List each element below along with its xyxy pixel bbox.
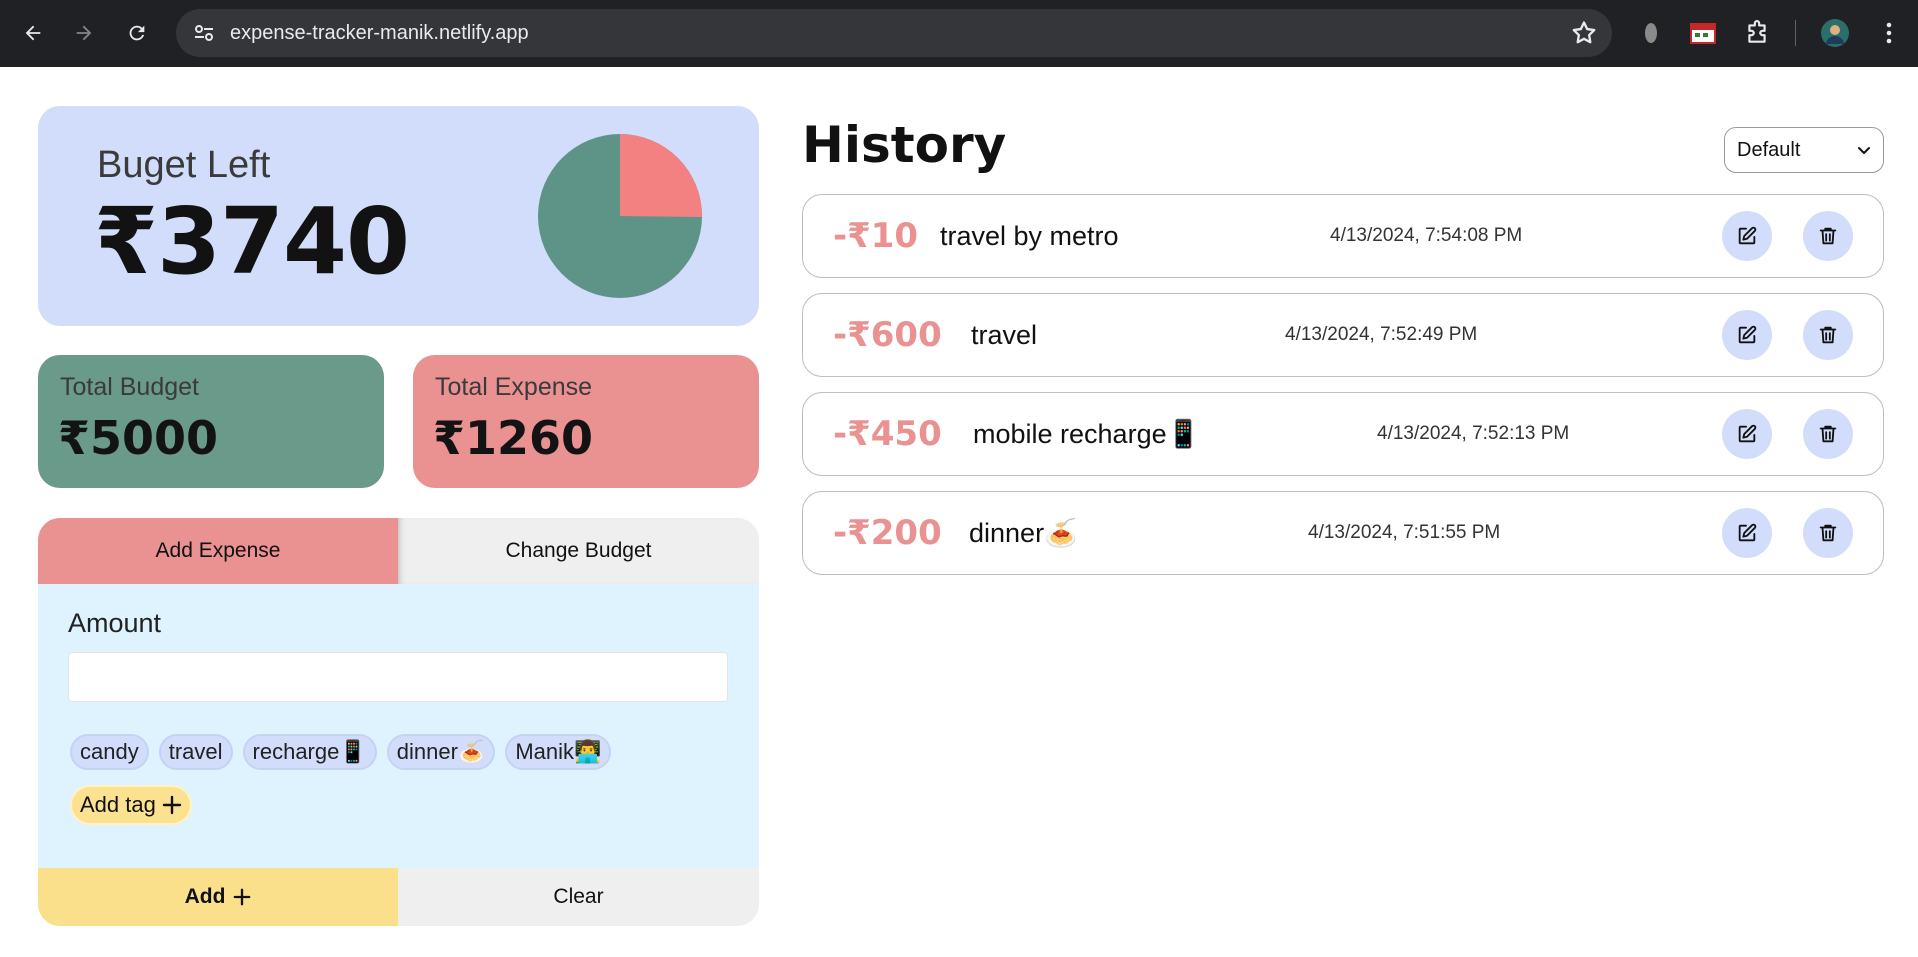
avatar-icon bbox=[1821, 19, 1849, 47]
extension-calendar-icon[interactable] bbox=[1686, 16, 1720, 50]
tab-change-budget[interactable]: Change Budget bbox=[398, 518, 759, 584]
edit-button[interactable] bbox=[1722, 310, 1772, 360]
trash-icon bbox=[1819, 227, 1837, 245]
delete-button[interactable] bbox=[1803, 211, 1853, 261]
puzzle-icon bbox=[1748, 20, 1766, 43]
delete-button[interactable] bbox=[1803, 508, 1853, 558]
edit-icon bbox=[1738, 226, 1757, 245]
history-name: travel by metro bbox=[940, 221, 1119, 251]
tag-list: candy travel recharge📱 dinner🍝 Manik👨‍💻 bbox=[70, 734, 730, 770]
reload-button[interactable] bbox=[118, 14, 156, 52]
plus-icon bbox=[162, 795, 182, 815]
history-name: mobile recharge📱 bbox=[973, 419, 1201, 449]
edit-button[interactable] bbox=[1722, 409, 1772, 459]
history-date: 4/13/2024, 7:51:55 PM bbox=[1308, 522, 1501, 543]
total-expense-label: Total Expense bbox=[435, 373, 593, 401]
delete-button[interactable] bbox=[1803, 409, 1853, 459]
clear-button[interactable]: Clear bbox=[398, 868, 759, 926]
history-name: dinner🍝 bbox=[969, 518, 1078, 548]
reload-icon bbox=[129, 25, 145, 41]
total-expense-amount: ₹1260 bbox=[433, 411, 594, 465]
budget-left-label: Buget Left bbox=[97, 144, 271, 186]
edit-icon bbox=[1738, 325, 1757, 344]
profile-avatar[interactable] bbox=[1818, 16, 1852, 50]
history-item: -₹200 dinner🍝 4/13/2024, 7:51:55 PM bbox=[802, 491, 1884, 575]
add-tag-button[interactable]: Add tag bbox=[70, 785, 192, 825]
add-tag-label: Add tag bbox=[80, 792, 156, 817]
history-item: -₹600 travel 4/13/2024, 7:52:49 PM bbox=[802, 293, 1884, 377]
budget-left-card: Buget Left ₹3740 bbox=[38, 106, 759, 326]
sort-select[interactable]: Default bbox=[1724, 127, 1884, 173]
history-amount: -₹200 bbox=[833, 513, 942, 553]
arrow-left-icon bbox=[25, 25, 41, 41]
tag-dinner[interactable]: dinner🍝 bbox=[386, 734, 496, 770]
history-title: History bbox=[802, 116, 1007, 174]
amount-label: Amount bbox=[68, 608, 162, 638]
site-settings-icon[interactable] bbox=[192, 21, 216, 45]
plus-icon bbox=[234, 888, 251, 906]
expense-form-panel: Add Expense Change Budget Amount candy t… bbox=[38, 518, 759, 926]
total-expense-card: Total Expense ₹1260 bbox=[413, 355, 759, 488]
pie-expense-slice bbox=[620, 134, 702, 218]
history-item: -₹450 mobile recharge📱 4/13/2024, 7:52:1… bbox=[802, 392, 1884, 476]
history-date: 4/13/2024, 7:52:13 PM bbox=[1377, 423, 1570, 444]
add-button-label: Add bbox=[184, 885, 226, 908]
extension-blob-icon bbox=[1645, 23, 1657, 43]
history-name: travel bbox=[971, 320, 1038, 350]
budget-left-amount: ₹3740 bbox=[94, 188, 410, 295]
edit-button[interactable] bbox=[1722, 211, 1772, 261]
delete-button[interactable] bbox=[1803, 310, 1853, 360]
budget-pie-chart bbox=[538, 134, 702, 298]
history-amount: -₹10 bbox=[833, 216, 919, 256]
history-amount: -₹450 bbox=[833, 414, 942, 454]
total-budget-amount: ₹5000 bbox=[58, 411, 219, 465]
arrow-right-icon bbox=[76, 25, 92, 41]
tag-manik[interactable]: Manik👨‍💻 bbox=[505, 734, 612, 770]
edit-button[interactable] bbox=[1722, 508, 1772, 558]
toolbar-divider bbox=[1795, 20, 1796, 46]
sort-selected-value: Default bbox=[1737, 138, 1801, 161]
chevron-down-icon bbox=[1858, 147, 1870, 154]
bookmark-star-icon[interactable] bbox=[1570, 19, 1598, 47]
address-bar[interactable]: expense-tracker-manik.netlify.app bbox=[176, 9, 1612, 57]
browser-menu-button[interactable] bbox=[1872, 16, 1906, 50]
url-text[interactable]: expense-tracker-manik.netlify.app bbox=[230, 9, 529, 57]
history-amount: -₹600 bbox=[833, 315, 942, 355]
total-budget-label: Total Budget bbox=[60, 373, 199, 401]
history-date: 4/13/2024, 7:54:08 PM bbox=[1330, 225, 1523, 246]
trash-icon bbox=[1819, 425, 1837, 443]
trash-icon bbox=[1819, 326, 1837, 344]
total-budget-card: Total Budget ₹5000 bbox=[38, 355, 384, 488]
extensions-puzzle-button[interactable] bbox=[1740, 16, 1774, 50]
calendar-icon bbox=[1690, 23, 1716, 44]
kebab-menu-icon bbox=[1886, 22, 1892, 44]
tab-add-expense[interactable]: Add Expense bbox=[38, 518, 398, 584]
tag-candy[interactable]: candy bbox=[70, 734, 149, 770]
tag-travel[interactable]: travel bbox=[158, 734, 233, 770]
add-button[interactable]: Add bbox=[38, 868, 398, 926]
edit-icon bbox=[1738, 523, 1757, 542]
trash-icon bbox=[1819, 524, 1837, 542]
amount-input[interactable] bbox=[68, 652, 728, 702]
history-date: 4/13/2024, 7:52:49 PM bbox=[1285, 324, 1478, 345]
browser-toolbar: expense-tracker-manik.netlify.app bbox=[0, 0, 1918, 67]
history-item: -₹10 travel by metro 4/13/2024, 7:54:08 … bbox=[802, 194, 1884, 278]
tag-recharge[interactable]: recharge📱 bbox=[242, 734, 377, 770]
forward-button[interactable] bbox=[65, 14, 103, 52]
edit-icon bbox=[1738, 424, 1757, 443]
back-button[interactable] bbox=[14, 14, 52, 52]
extension-icon[interactable] bbox=[1634, 16, 1668, 50]
